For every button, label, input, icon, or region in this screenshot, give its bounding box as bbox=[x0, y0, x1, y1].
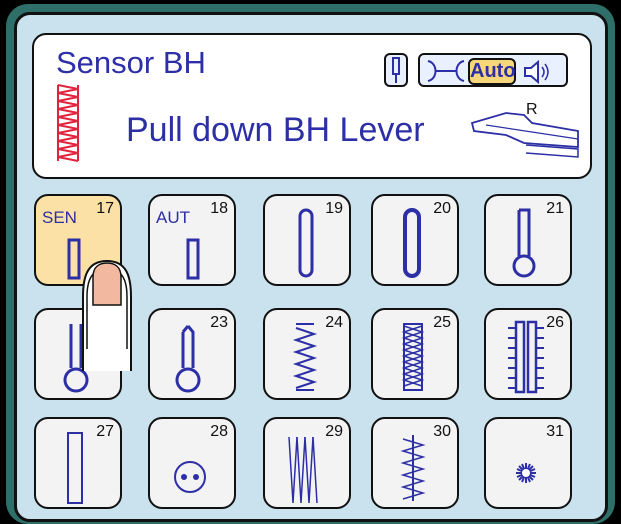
page-title: Sensor BH bbox=[56, 45, 206, 80]
stitch-key-29[interactable]: 29 bbox=[263, 417, 351, 509]
auto-button[interactable]: Auto bbox=[468, 58, 516, 85]
needle-icon bbox=[392, 57, 400, 83]
speaker-icon bbox=[524, 59, 549, 85]
finger-pointer-icon bbox=[82, 259, 132, 371]
stitch-key-27[interactable]: 27 bbox=[34, 417, 122, 509]
round-end-wide-buttonhole-icon bbox=[403, 208, 421, 278]
stitch-key-31[interactable]: 31 bbox=[484, 417, 572, 509]
stitch-key-28[interactable]: 28 bbox=[148, 417, 236, 509]
needle-button[interactable] bbox=[384, 53, 408, 87]
keyhole-buttonhole-icon bbox=[512, 208, 536, 278]
knit-buttonhole-icon bbox=[401, 323, 425, 391]
lcd-panel: Sensor BH Pull down BH Lever Auto R SEN bbox=[14, 12, 608, 522]
stitch-key-25[interactable]: 25 bbox=[371, 308, 459, 400]
tapered-keyhole-buttonhole-icon bbox=[175, 325, 201, 393]
button-sewing-icon bbox=[174, 461, 206, 493]
stretch-buttonhole-icon bbox=[292, 323, 318, 391]
stitch-key-18[interactable]: AUT 18 bbox=[148, 194, 236, 286]
stitch-key-20[interactable]: 20 bbox=[371, 194, 459, 286]
instruction-message: Pull down BH Lever bbox=[126, 111, 425, 149]
presser-foot-button[interactable]: Auto bbox=[418, 53, 568, 87]
foot-label: R bbox=[526, 101, 538, 118]
stitch-key-24[interactable]: 24 bbox=[263, 308, 351, 400]
zigzag-stitch-icon bbox=[57, 84, 79, 162]
stitch-key-26[interactable]: 26 bbox=[484, 308, 572, 400]
stitch-key-19[interactable]: 19 bbox=[263, 194, 351, 286]
zigzag-bartack-icon bbox=[400, 435, 426, 501]
status-display: Sensor BH Pull down BH Lever Auto R bbox=[32, 33, 592, 179]
auto-buttonhole-icon bbox=[186, 238, 200, 280]
eyelet-icon bbox=[516, 463, 536, 483]
stitch-key-21[interactable]: 21 bbox=[484, 194, 572, 286]
stitch-key-30[interactable]: 30 bbox=[371, 417, 459, 509]
presser-foot-icon bbox=[427, 60, 465, 82]
bound-buttonhole-icon bbox=[67, 432, 83, 504]
round-end-buttonhole-icon bbox=[298, 208, 314, 278]
stitch-key-23[interactable]: 23 bbox=[148, 308, 236, 400]
fagoting-buttonhole-icon bbox=[508, 320, 544, 394]
darning-icon bbox=[288, 436, 318, 504]
